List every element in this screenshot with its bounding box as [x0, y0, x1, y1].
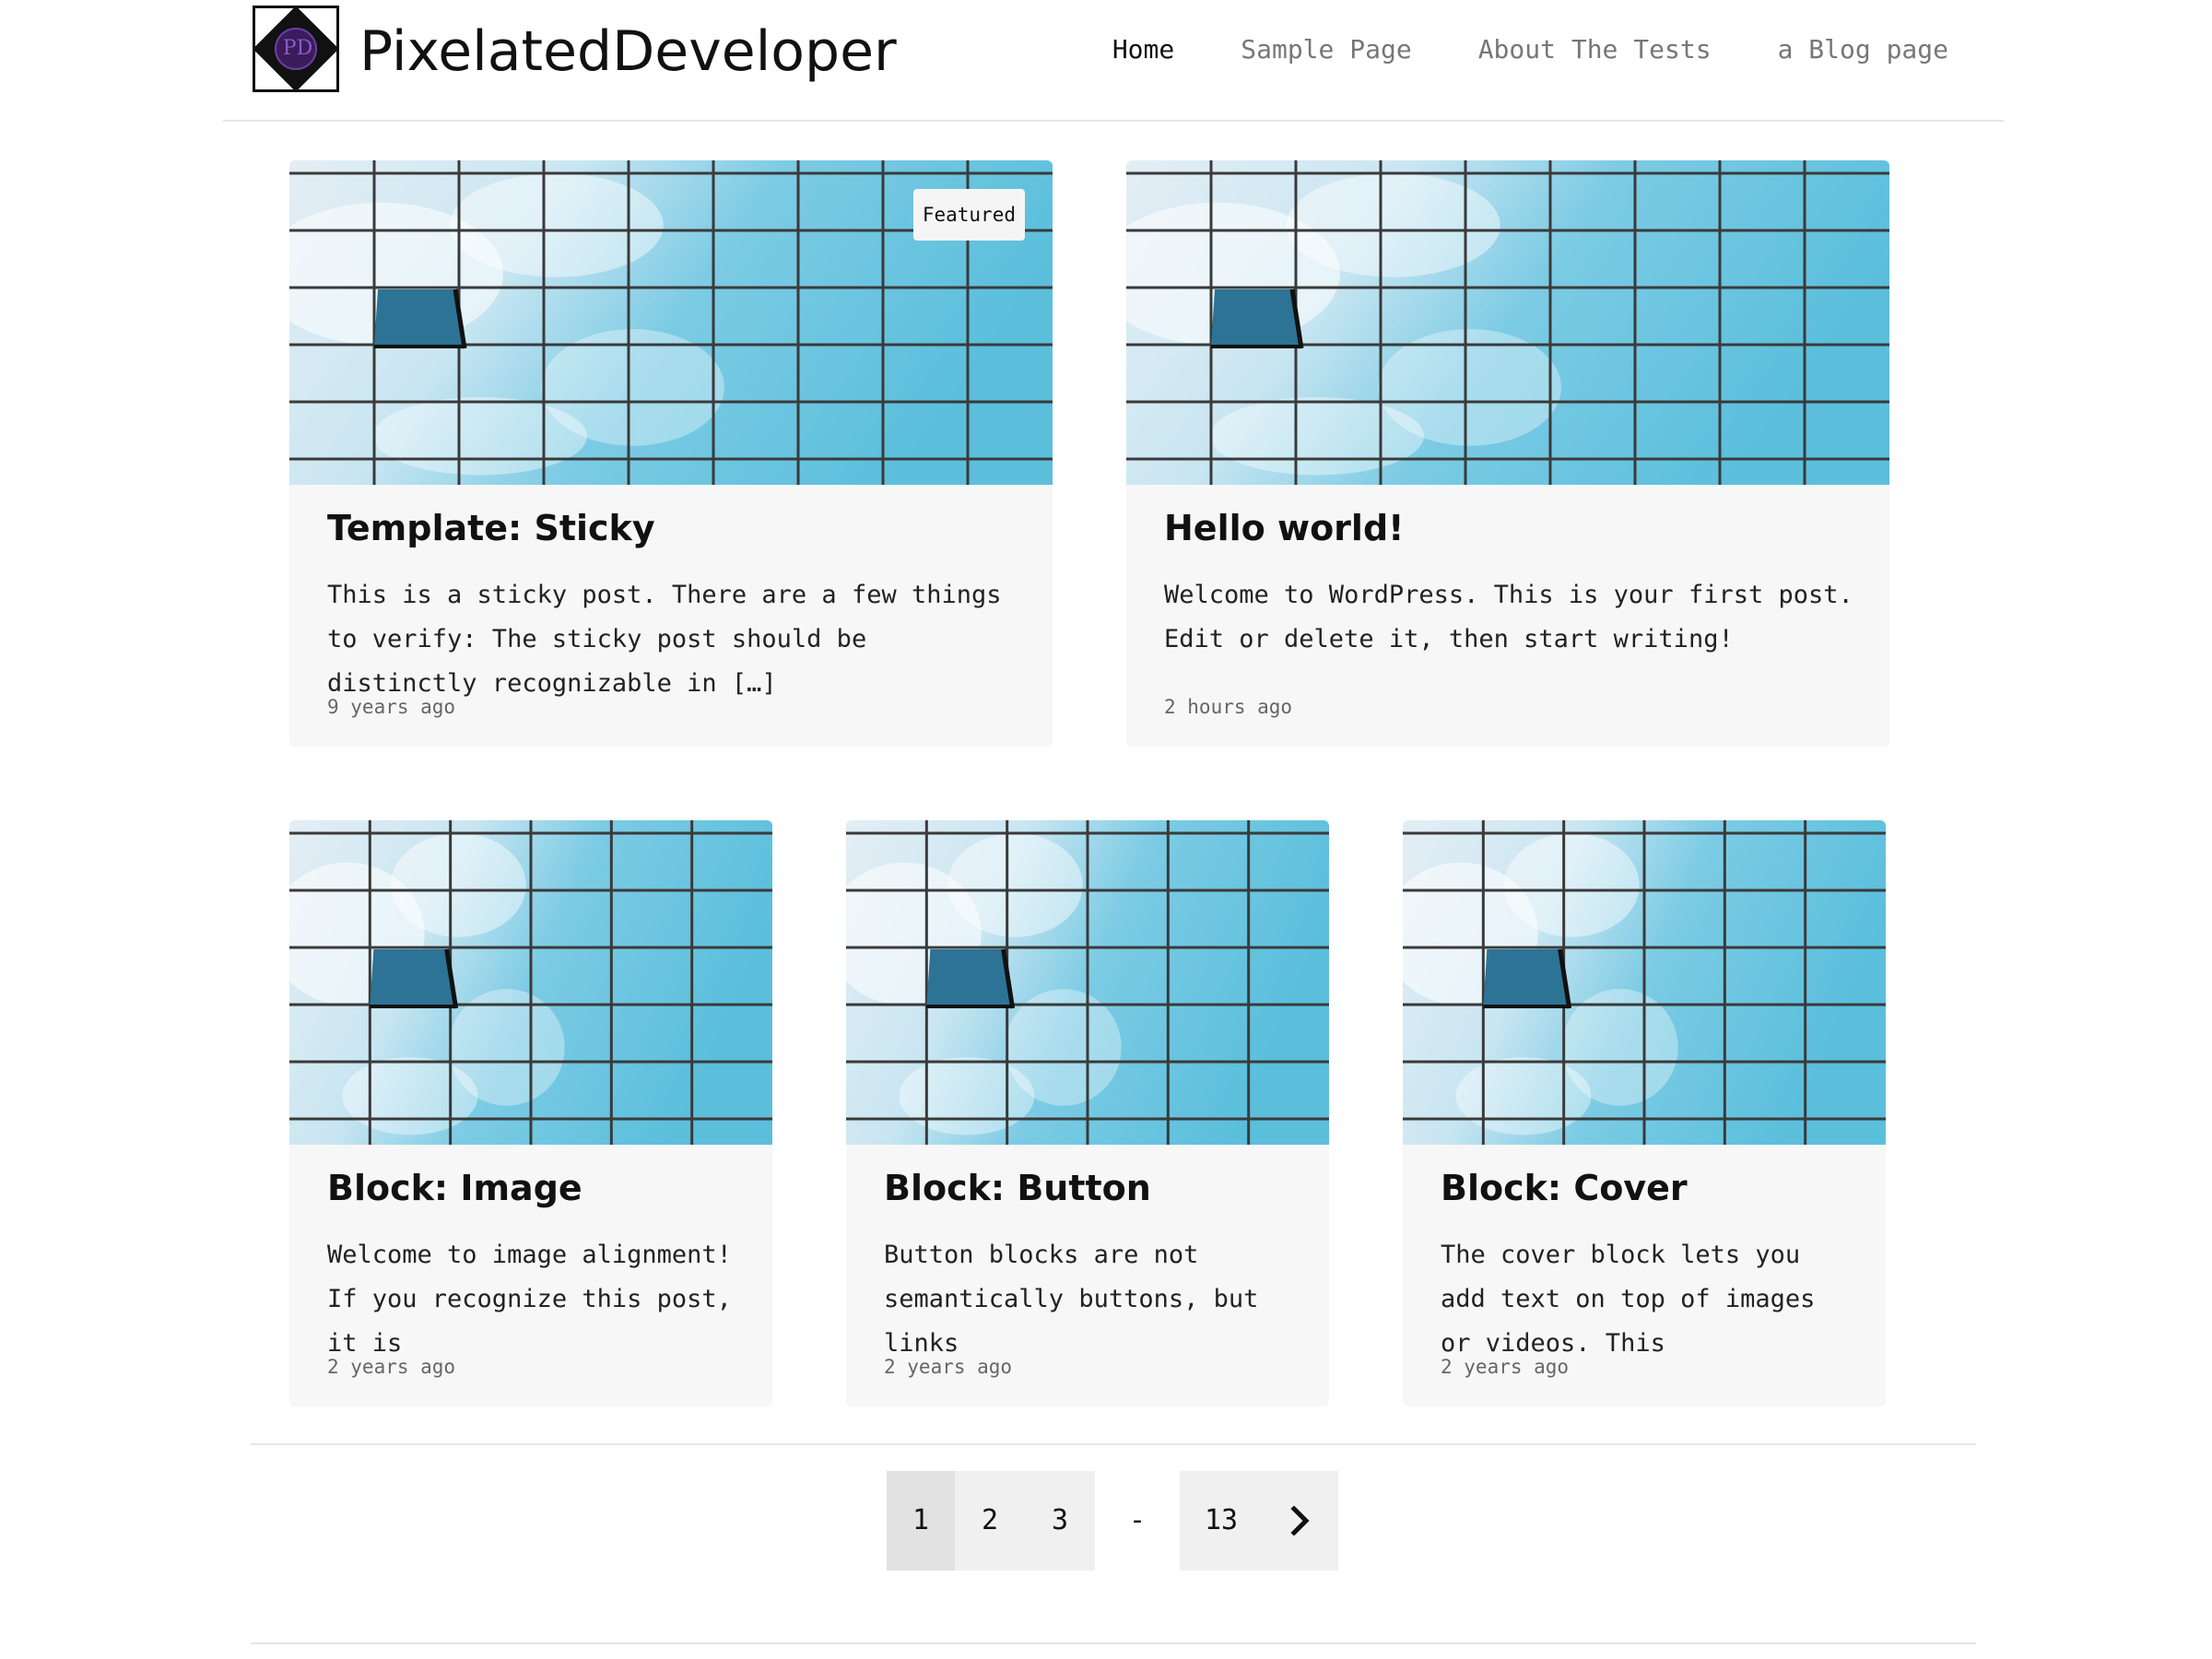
nav-item-about-the-tests[interactable]: About The Tests: [1478, 28, 1712, 72]
page-link-last[interactable]: 13: [1180, 1471, 1263, 1571]
post-date: 2 hours ago: [1164, 696, 1293, 718]
post-date: 2 years ago: [1441, 1356, 1570, 1378]
post-title[interactable]: Template: Sticky: [327, 505, 655, 551]
nav-item-sample-page[interactable]: Sample Page: [1241, 28, 1411, 72]
page-ellipsis: -: [1095, 1471, 1180, 1571]
post-title[interactable]: Block: Button: [884, 1165, 1151, 1211]
post-card[interactable]: Hello world! Welcome to WordPress. This …: [1126, 160, 1889, 747]
page-link-current[interactable]: 1: [887, 1471, 955, 1571]
post-date: 2 years ago: [884, 1356, 1013, 1378]
post-excerpt: Welcome to image alignment! If you recog…: [327, 1241, 732, 1358]
post-card[interactable]: Featured Template: Sticky This is a stic…: [289, 160, 1053, 747]
post-date: 2 years ago: [327, 1356, 456, 1378]
post-excerpt: The cover block lets you add text on top…: [1441, 1241, 1816, 1358]
next-page-button[interactable]: [1263, 1471, 1338, 1571]
logo-monogram: PD: [282, 37, 313, 60]
glass-facade-image: [289, 820, 772, 1145]
post-title[interactable]: Block: Cover: [1441, 1165, 1688, 1211]
post-excerpt: Button blocks are not semantically butto…: [884, 1241, 1259, 1358]
logo-badge: PD: [275, 28, 317, 70]
pagination-divider-top: [251, 1443, 1976, 1445]
nav-item-blog-page[interactable]: a Blog page: [1778, 28, 1948, 72]
post-thumbnail[interactable]: [1403, 820, 1886, 1145]
post-date: 9 years ago: [327, 696, 456, 718]
site-logo[interactable]: PD: [253, 6, 339, 92]
main-nav: Home Sample Page About The Tests a Blog …: [1112, 28, 1948, 72]
glass-facade-image: [1403, 820, 1886, 1145]
post-thumbnail[interactable]: [289, 820, 772, 1145]
glass-facade-image: [1126, 160, 1889, 485]
post-excerpt: This is a sticky post. There are a few t…: [327, 581, 1002, 698]
post-thumbnail[interactable]: [846, 820, 1329, 1145]
post-card[interactable]: Block: Button Button blocks are not sema…: [846, 820, 1329, 1406]
footer-divider: [251, 1642, 1976, 1644]
post-card[interactable]: Block: Image Welcome to image alignment!…: [289, 820, 772, 1406]
page-link[interactable]: 2: [955, 1471, 1025, 1571]
site-title[interactable]: PixelatedDeveloper: [359, 13, 897, 90]
post-card[interactable]: Block: Cover The cover block lets you ad…: [1403, 820, 1886, 1406]
post-title[interactable]: Block: Image: [327, 1165, 582, 1211]
nav-item-home[interactable]: Home: [1112, 28, 1174, 72]
page-link[interactable]: 3: [1025, 1471, 1095, 1571]
glass-facade-image: [846, 820, 1329, 1145]
chevron-right-icon: [1290, 1506, 1310, 1535]
post-excerpt: Welcome to WordPress. This is your first…: [1164, 581, 1853, 653]
featured-badge: Featured: [912, 189, 1025, 241]
site-header: PD PixelatedDeveloper Home Sample Page A…: [223, 0, 2004, 122]
post-title[interactable]: Hello world!: [1164, 505, 1404, 551]
post-thumbnail[interactable]: [1126, 160, 1889, 485]
